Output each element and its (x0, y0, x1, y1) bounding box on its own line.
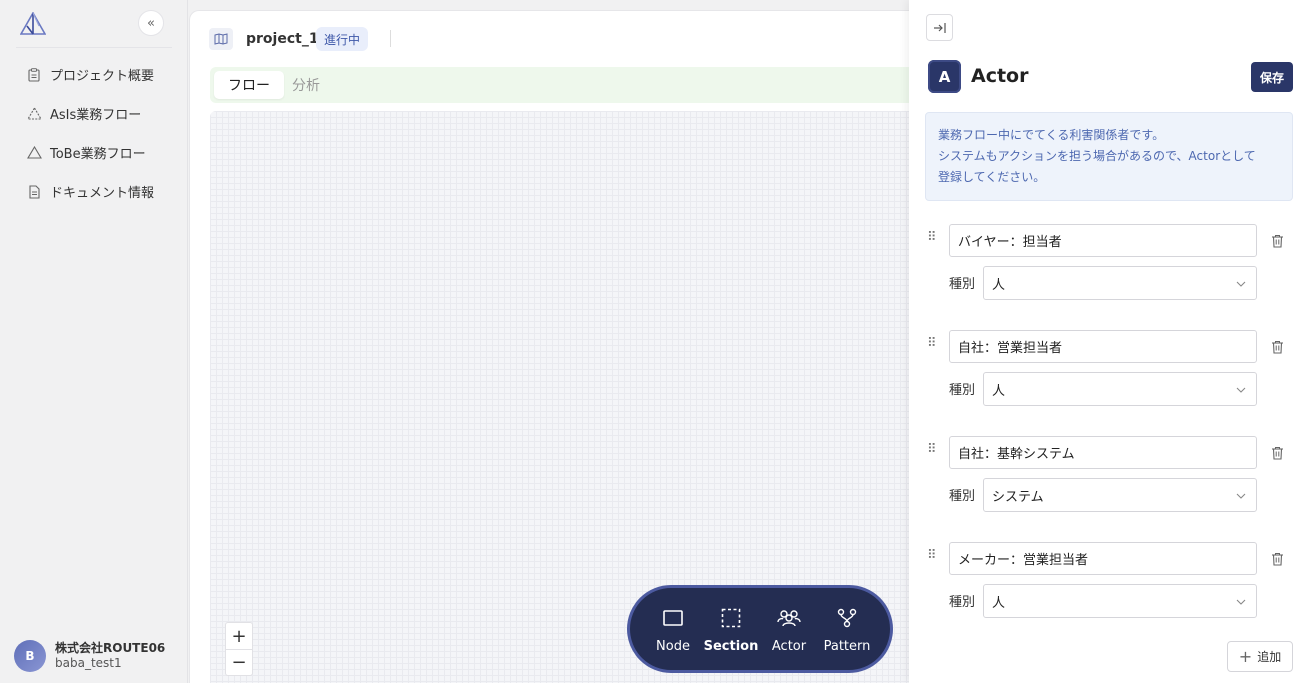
tab-flow[interactable]: フロー (214, 71, 284, 99)
sidebar-item-documents[interactable]: ドキュメント情報 (0, 172, 188, 211)
add-label: 追加 (1257, 650, 1282, 664)
actor-item: ⠿ 自社：基幹システム 種別 システム (909, 436, 1306, 516)
type-label: 種別 (949, 277, 976, 292)
map-icon (209, 28, 233, 50)
sidebar-item-label: ドキュメント情報 (50, 186, 155, 201)
zoom-out-button[interactable]: − (226, 649, 252, 675)
double-chevron-left-icon: « (147, 15, 155, 31)
chevron-down-icon (1236, 493, 1246, 499)
tool-label: Actor (771, 638, 807, 654)
save-button[interactable]: 保存 (1251, 62, 1293, 92)
chevron-down-icon (1236, 281, 1246, 287)
actor-item: ⠿ メーカー：営業担当者 種別 人 (909, 542, 1306, 622)
branch-icon (837, 605, 857, 631)
sidebar-item-tobe-flow[interactable]: ToBe業務フロー (0, 133, 188, 172)
node-toolbar: Node Section Actor Pattern (627, 585, 893, 673)
info-line: 業務フロー中にでてくる利害関係者です。 (938, 128, 1165, 142)
sidebar-item-asis-flow[interactable]: AsIs業務フロー (0, 94, 188, 133)
logo-icon[interactable] (19, 11, 47, 36)
zoom-controls: + − (225, 622, 253, 676)
type-label: 種別 (949, 595, 976, 610)
pattern-tool-button[interactable]: Pattern (818, 605, 876, 654)
sidebar-item-label: AsIs業務フロー (50, 108, 142, 123)
actor-type-select[interactable]: 人 (983, 372, 1257, 406)
user-name: baba_test1 (55, 656, 122, 670)
collapse-sidebar-button[interactable]: « (138, 10, 164, 36)
sidebar-item-label: ToBe業務フロー (50, 147, 146, 162)
avatar: B (14, 640, 46, 672)
section-tool-button[interactable]: Section (702, 605, 760, 654)
sidebar: « プロジェクト概要 AsIs業務フロー ToBe業務フロー ドキュメント情報 (0, 0, 188, 683)
user-profile[interactable]: B 株式会社ROUTE06 baba_test1 (14, 640, 165, 672)
dashed-square-icon (721, 605, 741, 631)
tool-label: Section (703, 638, 759, 654)
actor-name-input[interactable]: 自社：基幹システム (949, 436, 1257, 469)
node-tool-button[interactable]: Node (644, 605, 702, 654)
drag-handle-icon[interactable]: ⠿ (927, 230, 936, 245)
user-company: 株式会社ROUTE06 (55, 641, 166, 655)
tool-label: Node (656, 638, 690, 654)
type-label: 種別 (949, 489, 976, 504)
zoom-in-button[interactable]: + (226, 623, 252, 649)
actor-panel: A Actor 保存 業務フロー中にでてくる利害関係者です。 システムもアクショ… (909, 0, 1306, 683)
trash-icon[interactable] (1271, 234, 1285, 248)
actor-item: ⠿ バイヤー：担当者 種別 人 (909, 224, 1306, 304)
chevron-down-icon (1236, 387, 1246, 393)
actor-badge-icon: A (928, 60, 961, 93)
trash-icon[interactable] (1271, 340, 1285, 354)
close-panel-button[interactable] (926, 14, 953, 41)
actor-name-input[interactable]: メーカー：営業担当者 (949, 542, 1257, 575)
clipboard-icon (26, 67, 42, 83)
people-icon (777, 605, 801, 631)
select-value: 人 (992, 595, 1006, 611)
actor-item: ⠿ 自社：営業担当者 種別 人 (909, 330, 1306, 410)
drag-handle-icon[interactable]: ⠿ (927, 548, 936, 563)
select-value: システム (992, 489, 1044, 505)
tool-label: Pattern (823, 638, 871, 654)
triangle-icon (26, 106, 42, 122)
sidebar-divider (16, 47, 172, 48)
drag-handle-icon[interactable]: ⠿ (927, 442, 936, 457)
info-line: 登録してください。 (938, 170, 1046, 184)
chevron-down-icon (1236, 599, 1246, 605)
panel-title: Actor (971, 65, 1029, 87)
actor-name-input[interactable]: 自社：営業担当者 (949, 330, 1257, 363)
main-content: project_1 進行中 フロー 分析 + − Node Section Ac… (189, 10, 920, 683)
tab-bar: フロー 分析 (210, 67, 920, 103)
add-actor-button[interactable]: + 追加 (1227, 641, 1293, 672)
actor-type-select[interactable]: システム (983, 478, 1257, 512)
actor-type-select[interactable]: 人 (983, 266, 1257, 300)
rectangle-icon (663, 605, 683, 631)
drag-handle-icon[interactable]: ⠿ (927, 336, 936, 351)
sidebar-nav: プロジェクト概要 AsIs業務フロー ToBe業務フロー ドキュメント情報 (0, 55, 188, 211)
actor-name-input[interactable]: バイヤー：担当者 (949, 224, 1257, 257)
collapse-right-icon (933, 22, 946, 33)
document-icon (26, 184, 42, 200)
sidebar-item-label: プロジェクト概要 (50, 69, 155, 84)
trash-icon[interactable] (1271, 446, 1285, 460)
select-value: 人 (992, 383, 1006, 399)
header-divider (390, 30, 391, 47)
status-badge: 進行中 (316, 27, 369, 51)
type-label: 種別 (949, 383, 976, 398)
actor-type-select[interactable]: 人 (983, 584, 1257, 618)
info-line: システムもアクションを担う場合があるので、Actorとして (938, 149, 1256, 163)
actor-tool-button[interactable]: Actor (760, 605, 818, 654)
select-value: 人 (992, 277, 1006, 293)
project-name: project_1 (246, 31, 319, 47)
plus-icon: + (1238, 647, 1253, 666)
flow-canvas[interactable]: + − Node Section Actor Pattern (210, 111, 920, 683)
tab-analysis[interactable]: 分析 (278, 71, 334, 99)
triangle-icon (26, 145, 42, 161)
trash-icon[interactable] (1271, 552, 1285, 566)
sidebar-item-project-overview[interactable]: プロジェクト概要 (0, 55, 188, 94)
info-box: 業務フロー中にでてくる利害関係者です。 システムもアクションを担う場合があるので… (925, 112, 1293, 201)
